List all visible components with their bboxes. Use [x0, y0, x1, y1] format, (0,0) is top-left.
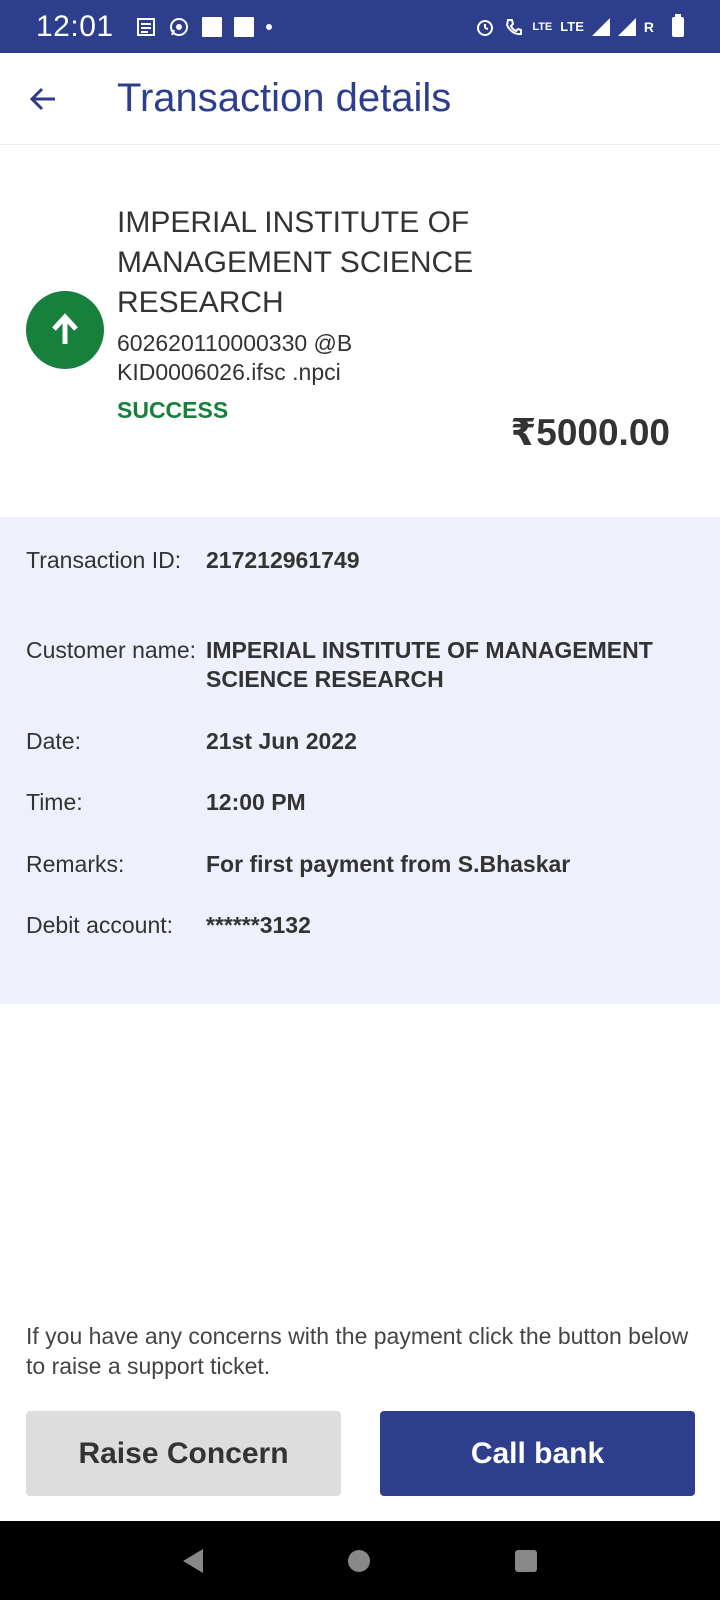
nav-back-icon[interactable]: [182, 1548, 203, 1573]
detail-label: Debit account:: [26, 912, 174, 938]
support-help-text: If you have any concerns with the paymen…: [26, 1323, 689, 1379]
transaction-details-panel: Transaction ID: 217212961749 Customer na…: [0, 517, 720, 1004]
battery-icon: [672, 13, 684, 37]
detail-row-remarks: Remarks: For first payment from S.Bhaska…: [0, 850, 720, 911]
call-bank-button[interactable]: Call bank: [380, 1411, 695, 1496]
network-label: LTE: [560, 19, 584, 34]
system-icons: LTE LTE R: [474, 13, 684, 38]
detail-row-transaction-id: Transaction ID: 217212961749: [0, 546, 720, 636]
detail-value: IMPERIAL INSTITUTE OF MANAGEMENT SCIENCE…: [206, 637, 653, 692]
notification-icons: [136, 16, 272, 38]
signal-icon: [591, 17, 610, 36]
detail-value: For first payment from S.Bhaskar: [206, 851, 571, 877]
whatsapp-icon: [169, 17, 188, 36]
arrow-left-icon: [29, 87, 55, 110]
detail-value: 12:00 PM: [206, 789, 306, 815]
status-bar: 12:01 LTE LTE R: [0, 0, 720, 53]
app-bar: Transaction details: [0, 53, 720, 145]
payee-name: IMPERIAL INSTITUTE OF MANAGEMENT SCIENCE…: [117, 206, 474, 319]
detail-row-date: Date: 21st Jun 2022: [0, 727, 720, 788]
network-label: LTE: [532, 20, 553, 33]
detail-label: Time:: [26, 789, 83, 815]
detail-value: ******3132: [206, 912, 311, 938]
dot-icon: [265, 23, 272, 30]
detail-value: 21st Jun 2022: [206, 728, 357, 754]
transaction-amount: ₹5000.00: [510, 412, 671, 453]
detail-label: Transaction ID:: [26, 547, 182, 573]
alarm-icon: [477, 19, 494, 36]
news-icon: [136, 17, 155, 36]
signal-icon: [617, 17, 636, 36]
volte-call-icon: [506, 18, 523, 35]
detail-row-time: Time: 12:00 PM: [0, 788, 720, 850]
raise-concern-button[interactable]: Raise Concern: [26, 1411, 341, 1496]
detail-row-customer-name: Customer name: IMPERIAL INSTITUTE OF MAN…: [0, 636, 720, 727]
status-badge: SUCCESS: [117, 397, 229, 423]
payee-info: IMPERIAL INSTITUTE OF MANAGEMENT SCIENCE…: [117, 203, 537, 424]
detail-row-debit-account: Debit account: ******3132: [0, 911, 720, 981]
back-button[interactable]: [13, 69, 73, 129]
detail-label: Remarks:: [26, 851, 125, 877]
page-title: Transaction details: [117, 76, 452, 120]
screen: 12:01 LTE LTE R Transaction details IMPE…: [0, 0, 720, 1600]
arrow-up-icon: [52, 313, 78, 344]
system-nav-bar: [0, 1521, 720, 1600]
notification-square-icon: [233, 16, 254, 37]
detail-label: Date:: [26, 728, 81, 754]
payee-avatar: [26, 291, 104, 369]
payee-summary: IMPERIAL INSTITUTE OF MANAGEMENT SCIENCE…: [0, 145, 720, 517]
nav-recents-icon[interactable]: [515, 1549, 538, 1572]
roaming-indicator: R: [643, 18, 654, 35]
notification-square-icon: [201, 16, 222, 37]
status-time: 12:01: [36, 9, 114, 43]
payee-vpa: 602620110000330 @BKID0006026.ifsc .npci: [117, 330, 353, 385]
detail-value: 217212961749: [206, 547, 360, 573]
detail-label: Customer name:: [26, 637, 197, 663]
nav-home-icon[interactable]: [347, 1549, 370, 1572]
